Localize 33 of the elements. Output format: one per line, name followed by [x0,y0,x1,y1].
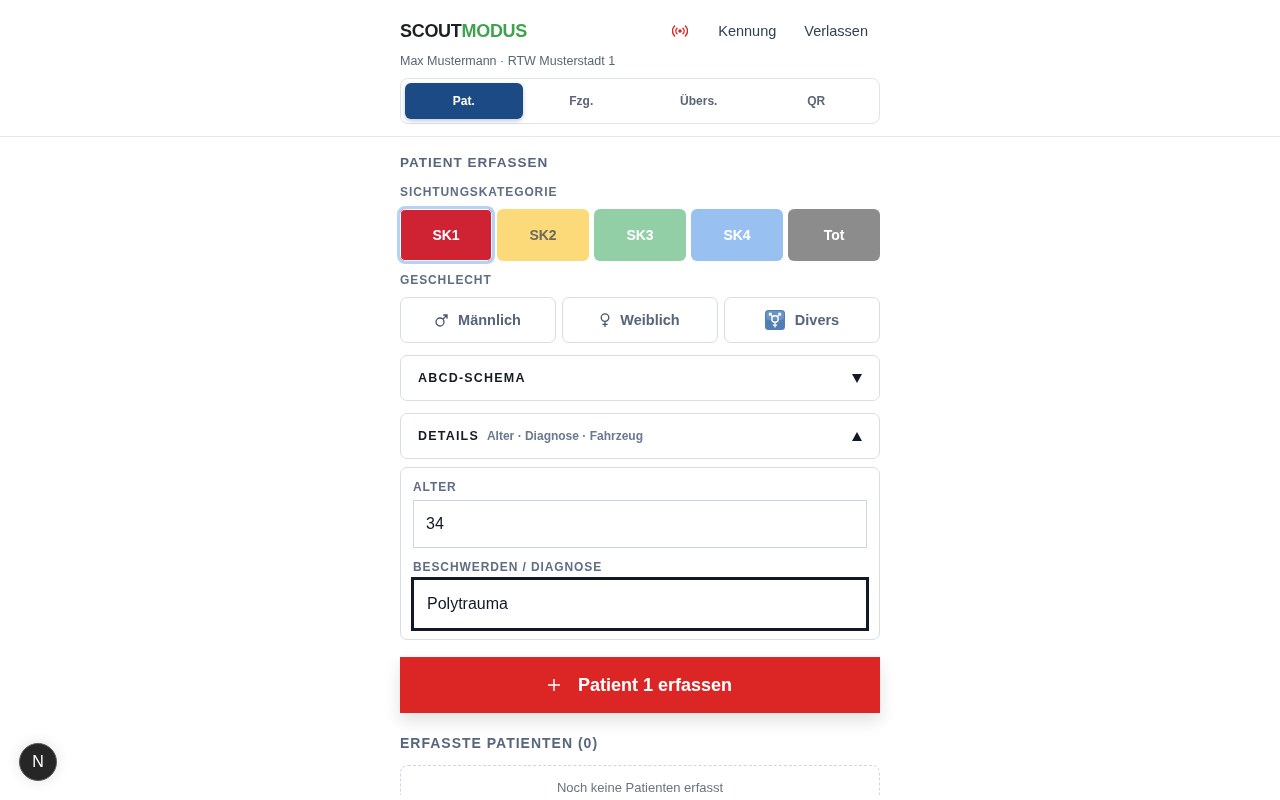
triage-button[interactable]: SK2 [497,209,589,261]
dev-tools-button[interactable]: N [19,743,57,781]
tab[interactable]: Pat. [405,83,523,119]
male-symbol-icon [435,313,449,327]
submit-button[interactable]: Patient 1 erfassen [400,657,880,713]
section-toggle[interactable]: ABCD-SCHEMA [400,355,880,401]
gender-button[interactable]: Divers [724,297,880,343]
female-symbol-icon [600,313,611,327]
app-logo: SCOUTMODUS [400,20,527,42]
header-button[interactable]: Kennung [706,20,789,42]
field-label: GESCHLECHT [400,273,493,287]
triage-button[interactable]: SK1 [397,206,495,264]
user-info-text: Max Mustermann · RTW Musterstadt 1 [400,54,617,69]
field-label: ALTER [413,480,458,494]
section-toggle[interactable]: DETAILS Alter · Diagnose · Fahrzeug [400,413,880,459]
input-field[interactable]: Polytrauma [411,577,869,631]
gender-button[interactable]: Männlich [400,297,556,343]
field-label: BESCHWERDEN / DIAGNOSE [413,560,604,574]
triage-button[interactable]: Tot [788,209,880,261]
transgender-symbol-icon [764,310,785,330]
tab[interactable]: QR [757,83,875,119]
field-label: SICHTUNGSKATEGORIE [400,185,559,199]
broadcast-icon [672,25,689,37]
section-title: PATIENT ERFASSEN [400,155,550,171]
input-field[interactable]: 34 [413,500,867,548]
section-title: ERFASSTE PATIENTEN (0) [400,735,600,751]
tab[interactable]: Fzg. [522,83,640,119]
section-subtitle: Alter · Diagnose · Fahrzeug [486,429,643,443]
empty-message: Noch keine Patienten erfasst [555,780,725,795]
tab[interactable]: Übers. [640,83,758,119]
plus-icon [547,679,560,691]
gender-button[interactable]: Weiblich [562,297,718,343]
header-button[interactable]: Verlassen [792,20,880,42]
